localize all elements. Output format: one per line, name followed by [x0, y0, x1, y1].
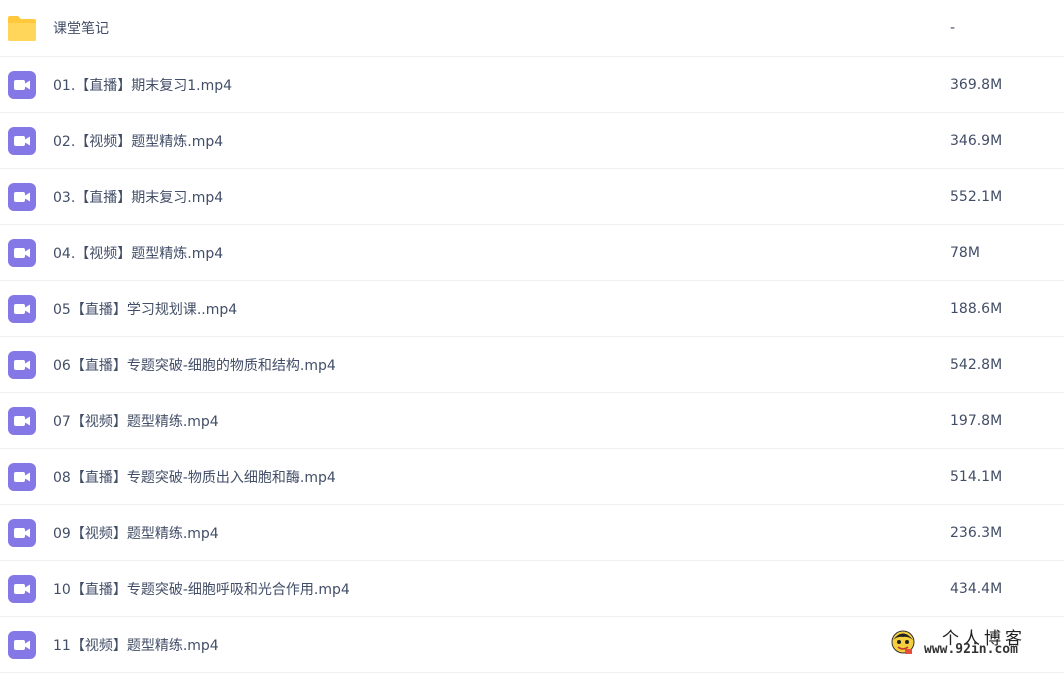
file-name: 11【视频】题型精练.mp4	[53, 637, 219, 654]
file-size: 236.3M	[950, 524, 1003, 541]
file-size: 434.4M	[950, 580, 1003, 597]
file-name: 03.【直播】期末复习.mp4	[53, 189, 224, 206]
file-size: 346.9M	[950, 132, 1003, 149]
video-file-icon	[8, 127, 36, 155]
video-file-icon	[8, 463, 36, 491]
list-item-video[interactable]: 02.【视频】题型精炼.mp4 346.9M	[0, 113, 1064, 169]
list-item-video[interactable]: 04.【视频】题型精炼.mp4 78M	[0, 225, 1064, 281]
mascot-logo-icon	[891, 630, 915, 654]
file-size: 188.6M	[950, 300, 1003, 317]
file-name: 课堂笔记	[53, 21, 109, 37]
file-size: 78M	[950, 244, 980, 261]
file-name: 07【视频】题型精练.mp4	[53, 413, 219, 430]
file-size: 197.8M	[950, 412, 1003, 429]
file-size: 552.1M	[950, 188, 1003, 205]
video-file-icon	[8, 575, 36, 603]
file-name: 01.【直播】期末复习1.mp4	[53, 77, 233, 94]
folder-icon	[8, 16, 36, 41]
file-name: 05【直播】学习规划课..mp4	[53, 301, 238, 318]
video-file-icon	[8, 351, 36, 379]
video-file-icon	[8, 407, 36, 435]
list-item-video[interactable]: 08【直播】专题突破-物质出入细胞和酶.mp4 514.1M	[0, 449, 1064, 505]
file-list: 课堂笔记 - 01.【直播】期末复习1.mp4 369.8M 02.【视频】题型…	[0, 0, 1064, 673]
file-name: 10【直播】专题突破-细胞呼吸和光合作用.mp4	[53, 581, 350, 598]
file-name: 02.【视频】题型精炼.mp4	[53, 133, 224, 150]
file-name: 09【视频】题型精练.mp4	[53, 525, 219, 542]
list-item-video[interactable]: 01.【直播】期末复习1.mp4 369.8M	[0, 57, 1064, 113]
list-item-video[interactable]: 05【直播】学习规划课..mp4 188.6M	[0, 281, 1064, 337]
file-size: 369.8M	[950, 76, 1003, 93]
video-file-icon	[8, 183, 36, 211]
list-item-video[interactable]: 07【视频】题型精练.mp4 197.8M	[0, 393, 1064, 449]
list-item-video[interactable]: 06【直播】专题突破-细胞的物质和结构.mp4 542.8M	[0, 337, 1064, 393]
file-size: 514.1M	[950, 468, 1003, 485]
video-file-icon	[8, 71, 36, 99]
list-item-video[interactable]: 03.【直播】期末复习.mp4 552.1M	[0, 169, 1064, 225]
video-file-icon	[8, 239, 36, 267]
file-size: -	[950, 20, 956, 36]
file-name: 08【直播】专题突破-物质出入细胞和酶.mp4	[53, 469, 336, 486]
file-name: 04.【视频】题型精炼.mp4	[53, 245, 224, 262]
file-size: 542.8M	[950, 356, 1003, 373]
video-file-icon	[8, 295, 36, 323]
list-item-video[interactable]: 09【视频】题型精练.mp4 236.3M	[0, 505, 1064, 561]
watermark-url: www.92in.com	[924, 642, 1018, 657]
list-item-video[interactable]: 10【直播】专题突破-细胞呼吸和光合作用.mp4 434.4M	[0, 561, 1064, 617]
file-name: 06【直播】专题突破-细胞的物质和结构.mp4	[53, 357, 336, 374]
video-file-icon	[8, 519, 36, 547]
list-item-folder[interactable]: 课堂笔记 -	[0, 0, 1064, 57]
video-file-icon	[8, 631, 36, 659]
watermark: 个人博客 www.92in.com	[884, 624, 1064, 663]
